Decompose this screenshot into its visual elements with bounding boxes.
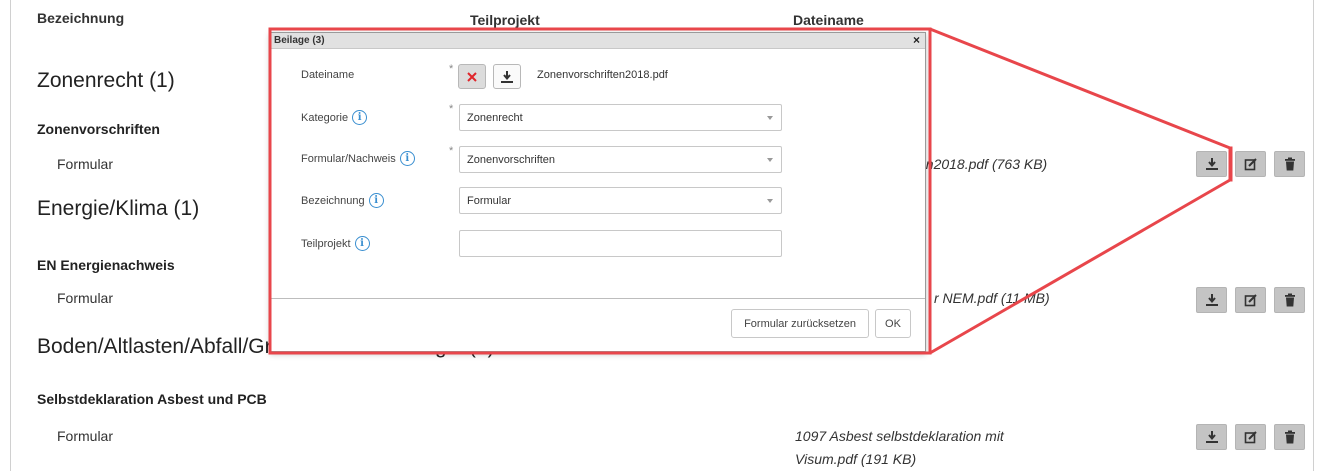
callout-highlight <box>268 27 1233 355</box>
